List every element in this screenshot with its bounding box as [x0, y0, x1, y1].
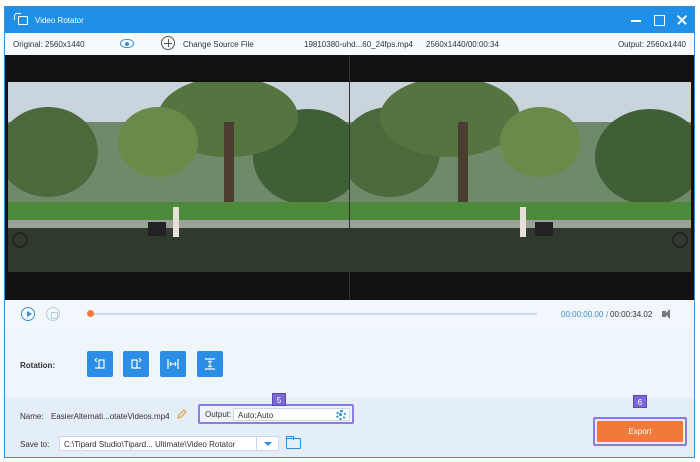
save-path-field[interactable]: C:\Tipard Studio\Tipard... Ultimate\Vide… — [59, 436, 257, 451]
output-settings-panel: Name: EasierAlternati...otateVideos.mp4 … — [5, 393, 694, 457]
output-format-field[interactable]: Auto;Auto — [233, 408, 350, 421]
info-bar: Original: 2560x1440 Change Source File 1… — [5, 33, 694, 55]
title-bar: Video Rotator — [5, 7, 694, 33]
output-format-value: Auto;Auto — [238, 411, 274, 420]
gear-icon[interactable] — [336, 410, 346, 420]
park-scene-image — [8, 82, 349, 272]
rotation-panel: Rotation: — [5, 328, 694, 398]
output-video-preview — [350, 82, 691, 272]
original-video-preview — [8, 82, 349, 272]
rotate-right-icon — [131, 357, 142, 369]
time-separator: / — [606, 310, 609, 319]
output-label: Output: — [205, 410, 232, 419]
change-source-button[interactable]: Change Source File — [183, 40, 254, 49]
original-resolution: Original: 2560x1440 — [13, 40, 85, 49]
flip-vertical-button[interactable] — [197, 351, 223, 377]
rotation-label: Rotation: — [20, 361, 56, 370]
flip-horizontal-button[interactable] — [160, 351, 186, 377]
step-badge-6: 6 — [633, 395, 647, 408]
play-icon[interactable] — [21, 307, 35, 321]
park-scene-output-image — [350, 82, 691, 272]
volume-icon[interactable] — [662, 309, 674, 319]
stop-icon[interactable] — [46, 307, 60, 321]
source-resolution-duration: 2560x1440/00:00:34 — [426, 40, 499, 49]
current-time: 00:00:00.00 — [561, 310, 604, 319]
preview-eye-icon[interactable] — [120, 39, 134, 48]
total-time: 00:00:34.02 — [610, 310, 653, 319]
rotate-left-icon — [94, 357, 105, 369]
source-filename: 19810380-uhd...60_24fps.mp4 — [304, 40, 413, 49]
open-folder-icon[interactable] — [286, 436, 301, 449]
flip-vertical-icon — [205, 358, 215, 370]
window-title: Video Rotator — [35, 15, 84, 25]
output-settings-highlight: Output: Auto;Auto — [198, 404, 354, 424]
output-resolution: Output: 2560x1440 — [617, 40, 686, 49]
save-path-value: C:\Tipard Studio\Tipard... Ultimate\Vide… — [64, 440, 236, 449]
add-source-icon[interactable] — [161, 36, 175, 50]
window-controls — [630, 7, 688, 33]
app-logo-icon — [14, 13, 28, 27]
close-icon[interactable] — [676, 14, 688, 26]
video-preview-area — [5, 55, 694, 300]
export-button[interactable]: Export — [597, 421, 683, 442]
export-highlight: Export — [593, 417, 687, 446]
minimize-icon[interactable] — [630, 14, 642, 26]
rotate-right-button[interactable] — [123, 351, 149, 377]
app-window: Video Rotator Original: 2560x1440 Change… — [4, 6, 695, 458]
save-to-label: Save to: — [20, 440, 50, 449]
flip-horizontal-icon — [167, 359, 179, 369]
seek-bar[interactable] — [91, 313, 537, 315]
name-label: Name: — [20, 412, 44, 421]
rotate-left-button[interactable] — [87, 351, 113, 377]
maximize-icon[interactable] — [653, 14, 665, 26]
edit-name-pencil-icon[interactable] — [177, 409, 187, 419]
output-filename: EasierAlternati...otateVideos.mp4 — [51, 412, 170, 421]
step-badge-5: 5 — [272, 393, 286, 406]
seek-handle[interactable] — [87, 310, 94, 317]
save-path-dropdown-chevron-icon[interactable] — [257, 436, 279, 451]
playback-bar: 00:00:00.00 / 00:00:34.02 — [5, 300, 694, 328]
